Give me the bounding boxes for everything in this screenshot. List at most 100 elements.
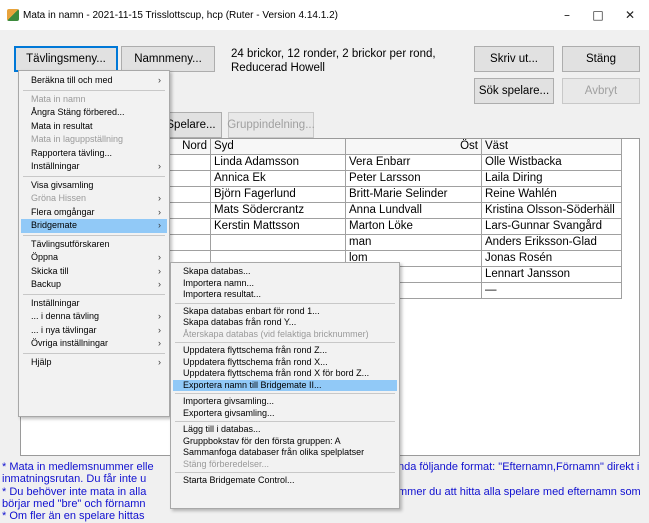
menu-item[interactable]: Skapa databas från rond Y... — [173, 317, 397, 329]
menu-item-label: Mata in laguppställning — [31, 134, 124, 144]
namnmeny-label: Namnmeny... — [134, 53, 202, 65]
table-cell[interactable]: Annica Ek — [211, 171, 346, 187]
menu-item[interactable]: Exportera givsamling... — [173, 408, 397, 420]
gruppindelning-button[interactable]: Gruppindelning... — [227, 112, 315, 138]
menu-item[interactable]: ... i nya tävlingar › — [21, 324, 167, 338]
header-vast[interactable]: Väst — [482, 139, 622, 155]
menu-item[interactable]: Uppdatera flyttschema från rond Z... — [173, 345, 397, 357]
chevron-right-icon: › — [158, 338, 161, 348]
menu-item[interactable]: Tävlingsutförskaren — [21, 238, 167, 252]
header-ost[interactable]: Öst — [346, 139, 482, 155]
table-cell[interactable]: Mats Södercrantz — [211, 203, 346, 219]
table-cell[interactable]: Olle Wistbacka — [482, 155, 622, 171]
menu-item[interactable]: Importera givsamling... — [173, 396, 397, 408]
menu-item[interactable]: Ångra Stäng förbered... — [21, 106, 167, 120]
menu-item[interactable]: Inställningar — [21, 297, 167, 311]
menu-item-label: Backup — [31, 279, 62, 289]
skriv-ut-label: Skriv ut... — [490, 53, 538, 65]
table-cell[interactable]: — — [482, 283, 622, 299]
menu-item[interactable]: Hjälp › — [21, 356, 167, 370]
namnmeny-button[interactable]: Namnmeny... — [121, 46, 215, 72]
menu-item-label: Importera namn... — [183, 277, 255, 288]
menu-item[interactable]: Mata in resultat — [21, 120, 167, 134]
table-cell[interactable]: Björn Fagerlund — [211, 187, 346, 203]
menu-item[interactable]: Beräkna till och med › — [21, 74, 167, 88]
menu-item[interactable]: Importera namn... — [173, 278, 397, 290]
menu-item[interactable]: Flera omgångar › — [21, 206, 167, 220]
menu-item[interactable]: Bridgemate › — [21, 219, 167, 233]
menu-item[interactable]: Rapportera tävling... — [21, 147, 167, 161]
avbryt-button[interactable]: Avbryt — [562, 78, 640, 104]
menu-item[interactable]: Starta Bridgemate Control... — [173, 475, 397, 487]
menu-item-label: Starta Bridgemate Control... — [183, 475, 295, 485]
chevron-right-icon: › — [158, 252, 161, 262]
table-cell[interactable]: Vera Enbarr — [346, 155, 482, 171]
tournament-info: 24 brickor, 12 ronder, 2 brickor per ron… — [231, 47, 436, 75]
table-cell[interactable]: Kerstin Mattsson — [211, 219, 346, 235]
menu-item[interactable]: Uppdatera flyttschema från rond X för bo… — [173, 368, 397, 380]
menu-item[interactable]: Mata in namn — [21, 93, 167, 107]
menu-item[interactable]: Visa givsamling — [21, 179, 167, 193]
menu-item[interactable]: Sammanfoga databaser från olika spelplat… — [173, 447, 397, 459]
menu-separator — [175, 421, 395, 422]
menu-item[interactable]: Gruppbokstav för den första gruppen: A — [173, 436, 397, 448]
table-cell[interactable]: Marton Löke — [346, 219, 482, 235]
chevron-right-icon: › — [158, 161, 161, 171]
menu-item-label: Exportera namn till Bridgemate II... — [183, 379, 322, 390]
help-line: nda följande format: "Efternamn,Förnamn"… — [398, 461, 640, 473]
menu-item[interactable]: Importera resultat... — [173, 289, 397, 301]
menu-item[interactable]: Stäng förberedelser... — [173, 459, 397, 471]
table-cell[interactable]: Anna Lundvall — [346, 203, 482, 219]
menu-item[interactable]: Lägg till i databas... — [173, 424, 397, 436]
menu-separator — [23, 293, 165, 295]
menu-item-label: Gruppbokstav för den första gruppen: A — [183, 435, 341, 446]
menu-item[interactable]: Skapa databas... — [173, 266, 397, 278]
chevron-right-icon: › — [158, 193, 161, 203]
menu-item-label: Skicka till — [31, 265, 69, 276]
sok-spelare-button[interactable]: Sök spelare... — [474, 78, 554, 104]
table-cell[interactable]: Linda Adamsson — [211, 155, 346, 171]
menu-item[interactable]: Exportera namn till Bridgemate II... — [173, 379, 397, 391]
maximize-button[interactable]: □ — [583, 0, 613, 30]
table-cell[interactable]: Peter Larsson — [346, 171, 482, 187]
table-cell[interactable]: Kristina Olsson-Söderhäll — [482, 203, 622, 219]
table-cell[interactable]: Anders Eriksson-Glad — [482, 235, 622, 251]
menu-item[interactable]: Skicka till › — [21, 265, 167, 279]
table-cell[interactable]: Jonas Rosén — [482, 251, 622, 267]
menu-item[interactable]: Backup › — [21, 278, 167, 292]
menu-item[interactable]: Inställningar › — [21, 160, 167, 174]
minimize-button[interactable]: – — [552, 0, 582, 30]
menu-item[interactable]: Övriga inställningar › — [21, 337, 167, 351]
chevron-right-icon: › — [158, 356, 161, 367]
chevron-right-icon: › — [158, 311, 161, 321]
menu-item[interactable]: Gröna Hissen › — [21, 192, 167, 206]
table-cell[interactable]: Britt-Marie Selinder — [346, 187, 482, 203]
table-cell[interactable]: Laila Diring — [482, 171, 622, 187]
header-syd[interactable]: Syd — [211, 139, 346, 155]
menu-item-label: Stäng förberedelser... — [183, 458, 270, 469]
info-line-2: Reducerad Howell — [231, 62, 325, 74]
chevron-right-icon: › — [158, 220, 161, 230]
menu-item[interactable]: Uppdatera flyttschema från rond X... — [173, 357, 397, 369]
stang-button[interactable]: Stäng — [562, 46, 640, 72]
info-line-1: 24 brickor, 12 ronder, 2 brickor per ron… — [231, 48, 436, 60]
menu-item-label: Skapa databas enbart för rond 1... — [183, 305, 320, 316]
menu-item[interactable]: Öppna › — [21, 251, 167, 265]
table-cell[interactable]: Lars-Gunnar Svangård — [482, 219, 622, 235]
menu-item[interactable]: Mata in laguppställning — [21, 133, 167, 147]
menu-item-label: Rapportera tävling... — [31, 147, 113, 158]
menu-item[interactable]: Återskapa databas (vid felaktiga bricknu… — [173, 329, 397, 341]
tavlingsmeny-button[interactable]: Tävlingsmeny... — [14, 46, 118, 72]
menu-item[interactable]: ... i denna tävling › — [21, 310, 167, 324]
table-cell[interactable]: man — [346, 235, 482, 251]
skriv-ut-button[interactable]: Skriv ut... — [474, 46, 554, 72]
menu-separator — [23, 89, 165, 91]
close-button[interactable]: ✕ — [615, 0, 645, 30]
table-cell[interactable] — [211, 235, 346, 251]
menu-item-label: Inställningar — [31, 161, 80, 171]
table-cell[interactable]: Reine Wahlén — [482, 187, 622, 203]
menu-item-label: Exportera givsamling... — [183, 407, 275, 418]
chevron-right-icon: › — [158, 279, 161, 289]
menu-item[interactable]: Skapa databas enbart för rond 1... — [173, 306, 397, 318]
table-cell[interactable]: Lennart Jansson — [482, 267, 622, 283]
